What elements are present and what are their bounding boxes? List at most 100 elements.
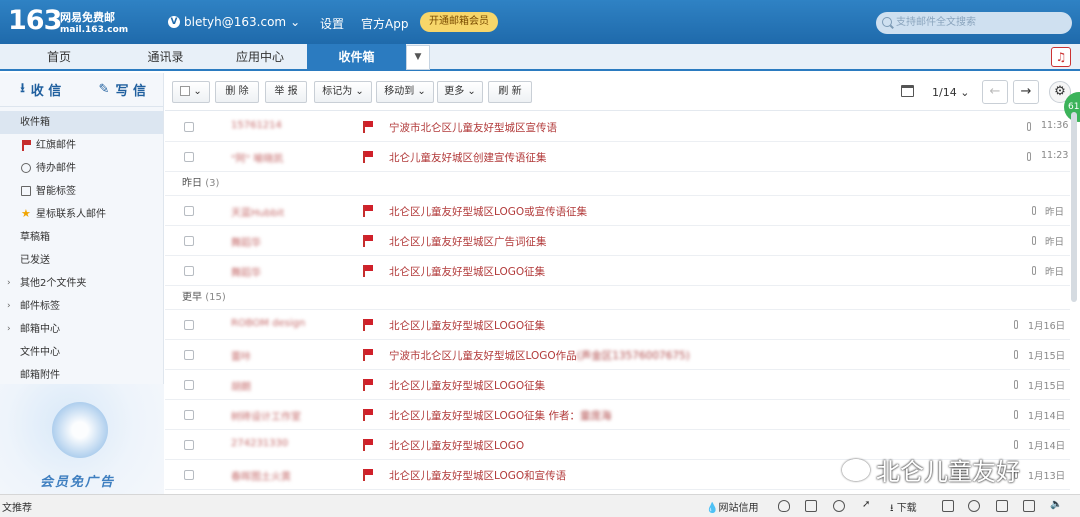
mail-subject[interactable]: 北仑区儿童友好型城区LOGO或宣传语征集 — [389, 204, 587, 219]
calendar-icon[interactable] — [901, 85, 914, 97]
ad-text: 会员免广告 — [40, 475, 116, 490]
speaker-icon[interactable]: 🔈 — [1050, 499, 1062, 510]
row-checkbox[interactable] — [184, 470, 194, 480]
row-checkbox[interactable] — [184, 410, 194, 420]
next-page-button[interactable]: → — [1013, 80, 1039, 104]
report-button[interactable]: 举 报 — [265, 81, 307, 103]
write-mail-button[interactable]: ✎ 写 信 — [82, 73, 164, 106]
row-checkbox[interactable] — [184, 152, 194, 162]
red-flag-icon[interactable] — [363, 439, 373, 451]
table-row[interactable]: 天蓝Hubbit 北仑区儿童友好型城区LOGO或宣传语征集 昨日 — [165, 196, 1070, 226]
music-icon[interactable]: ♫ — [1051, 47, 1071, 67]
table-row[interactable]: 胡朗 北仑区儿童友好型城区LOGO征集 1月15日 — [165, 370, 1070, 400]
red-flag-icon[interactable] — [363, 469, 373, 481]
account-menu[interactable]: V bletyh@163.com ⌄ — [168, 15, 300, 29]
row-checkbox[interactable] — [184, 380, 194, 390]
row-checkbox[interactable] — [184, 320, 194, 330]
browser-status-bar: 文推荐 💧网站信用 ➚ ⭳ 下载 🔈 — [0, 494, 1080, 517]
mail-subject[interactable]: 北仑区儿童友好型城区LOGO — [389, 438, 524, 453]
mail-subject[interactable]: 北仑区儿童友好型城区广告词征集 — [389, 234, 547, 249]
sidebar-item-flagged[interactable]: 红旗邮件 — [0, 134, 163, 157]
red-flag-icon[interactable] — [363, 205, 373, 217]
scrollbar[interactable] — [1071, 112, 1077, 302]
search-input[interactable]: 支持邮件全文搜索 — [876, 12, 1072, 34]
red-flag-icon[interactable] — [363, 409, 373, 421]
vip-ad-banner[interactable]: 会员免广告 — [0, 384, 164, 494]
mail-subject[interactable]: 北仑区儿童友好型城区LOGO征集 — [389, 378, 545, 393]
table-row[interactable]: 树砖设计工作室 北仑区儿童友好型城区LOGO征集 作者：童庞海 1月14日 — [165, 400, 1070, 430]
mail-subject[interactable]: 北仑区儿童友好型城区LOGO征集 — [389, 264, 545, 279]
rocket-icon[interactable]: ➚ — [862, 499, 870, 510]
table-row[interactable]: 15761214 宁波市北仑区儿童友好型城区宣传语 11:36 — [165, 112, 1070, 142]
table-row[interactable]: 蕾咔 宁波市北仑区儿童友好型城区LOGO作品(声金区13576007675) 1月1… — [165, 340, 1070, 370]
image-icon[interactable] — [805, 500, 817, 512]
page-selector[interactable]: 1/14 ⌄ — [932, 86, 969, 99]
mail-subject[interactable]: 宁波市北仑区儿童友好型城区LOGO作品(声金区13576007675) — [389, 348, 690, 363]
sidebar-item-todo[interactable]: 待办邮件 — [0, 157, 163, 180]
subject-text: 北仑区儿童友好型城区LOGO — [389, 440, 525, 452]
sidebar-item-file-center[interactable]: 文件中心 — [0, 341, 163, 364]
window-icon[interactable] — [996, 500, 1008, 512]
refresh-icon[interactable] — [833, 500, 845, 512]
sidebar-item-label: 智能标签 — [36, 186, 76, 197]
mail-subject[interactable]: 北仑儿童友好城区创建宣传语征集 — [389, 150, 547, 165]
sidebar-item-starred-contacts[interactable]: ★ 星标联系人邮件 — [0, 203, 163, 226]
people-icon[interactable] — [942, 500, 954, 512]
tab-app-center[interactable]: 应用中心 — [213, 44, 307, 71]
table-row[interactable]: 舞蹈华 北仑区儿童友好型城区广告词征集 昨日 — [165, 226, 1070, 256]
select-all-checkbox[interactable] — [180, 86, 191, 96]
delete-button[interactable]: 删 除 — [215, 81, 259, 103]
receive-mail-button[interactable]: ⭳ 收 信 — [0, 73, 82, 106]
logo-163[interactable]: 163 — [8, 5, 62, 36]
sidebar-item-drafts[interactable]: 草稿箱 — [0, 226, 163, 249]
select-all-dropdown[interactable]: ⌄ — [172, 81, 210, 103]
row-checkbox[interactable] — [184, 122, 194, 132]
table-row[interactable]: ROBOM design 北仑区儿童友好型城区LOGO征集 1月16日 — [165, 310, 1070, 340]
mark-as-dropdown[interactable]: 标记为 ⌄ — [314, 81, 372, 103]
row-checkbox[interactable] — [184, 266, 194, 276]
screenshot-icon[interactable] — [1023, 500, 1035, 512]
sidebar-item-sent[interactable]: 已发送 — [0, 249, 163, 272]
table-row[interactable]: 舞蹈华 北仑区儿童友好型城区LOGO征集 昨日 — [165, 256, 1070, 286]
red-flag-icon[interactable] — [363, 151, 373, 163]
tab-inbox[interactable]: 收件箱 — [307, 44, 406, 71]
red-flag-icon[interactable] — [363, 265, 373, 277]
mail-date: 1月15日 — [1028, 381, 1066, 392]
red-flag-icon[interactable] — [363, 319, 373, 331]
sidebar-item-smart-tags[interactable]: 智能标签 — [0, 180, 163, 203]
prev-page-button[interactable]: ← — [982, 80, 1008, 104]
row-checkbox[interactable] — [184, 440, 194, 450]
row-checkbox[interactable] — [184, 236, 194, 246]
group-header-yesterday[interactable]: 昨日 (3) — [165, 172, 1070, 196]
mail-subject[interactable]: 北仑区儿童友好型城区LOGO征集 作者：童庞海 — [389, 408, 611, 423]
download-status-item[interactable]: ⭳ 下载 — [890, 499, 917, 517]
group-header-earlier[interactable]: 更早 (15) — [165, 286, 1070, 310]
red-flag-icon[interactable] — [363, 349, 373, 361]
globe-icon[interactable] — [968, 500, 980, 512]
mail-subject[interactable]: 宁波市北仑区儿童友好型城区宣传语 — [389, 120, 557, 135]
red-flag-icon[interactable] — [363, 121, 373, 133]
more-dropdown[interactable]: 更多 ⌄ — [437, 81, 483, 103]
row-checkbox[interactable] — [184, 206, 194, 216]
mail-subject[interactable]: 北仑区儿童友好型城区LOGO和宣传语 — [389, 468, 566, 483]
tab-contacts[interactable]: 通讯录 — [118, 44, 213, 71]
tab-home[interactable]: 首页 — [0, 44, 118, 71]
site-trust-item[interactable]: 💧网站信用 — [706, 499, 758, 514]
settings-link[interactable]: 设置 — [320, 15, 344, 32]
tab-more-dropdown[interactable]: ▼ — [406, 45, 430, 70]
sidebar-item-mail-tags[interactable]: › 邮件标签 — [0, 295, 163, 318]
table-row[interactable]: "阿" 喻晓凯 北仑儿童友好城区创建宣传语征集 11:23 — [165, 142, 1070, 172]
shield-icon[interactable] — [778, 500, 790, 512]
open-vip-button[interactable]: 开通邮箱会员 — [420, 12, 498, 32]
sidebar-item-mailbox-center[interactable]: › 邮箱中心 — [0, 318, 163, 341]
mail-subject[interactable]: 北仑区儿童友好型城区LOGO征集 — [389, 318, 545, 333]
sidebar-item-other-folders[interactable]: › 其他2个文件夹 — [0, 272, 163, 295]
red-flag-icon[interactable] — [363, 379, 373, 391]
move-to-dropdown[interactable]: 移动到 ⌄ — [376, 81, 434, 103]
row-checkbox[interactable] — [184, 350, 194, 360]
red-flag-icon[interactable] — [363, 235, 373, 247]
refresh-button[interactable]: 刷 新 — [488, 81, 532, 103]
sidebar-item-inbox[interactable]: 收件箱 — [0, 111, 163, 134]
star-icon: ★ — [21, 207, 31, 220]
official-app-link[interactable]: 官方App — [361, 15, 408, 32]
